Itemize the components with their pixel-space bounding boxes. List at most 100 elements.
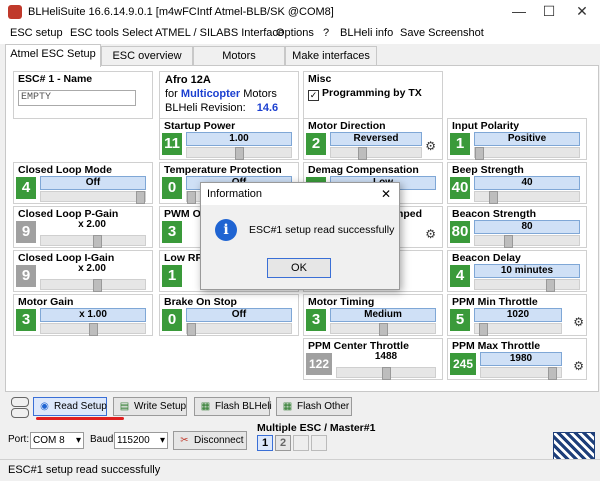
beacon-delay-thumb[interactable] <box>546 279 555 292</box>
closed-loop-i-gain-slider[interactable] <box>40 279 146 292</box>
esc-name-panel: ESC# 1 - Name EMPTY <box>13 71 153 119</box>
input-polarity-value: Positive <box>474 132 580 146</box>
motor-direction-title: Motor Direction <box>308 120 386 132</box>
port-label: Port: <box>8 434 30 445</box>
ppm-min-throttle-number: 5 <box>450 309 470 331</box>
dialog-message: ESC#1 setup read successfully <box>249 224 395 236</box>
closed-loop-p-gain-panel: Closed Loop P-Gain 9 x 2.00 <box>13 206 153 248</box>
baud-chevron-down-icon: ▾ <box>159 435 165 446</box>
tab-atmel-esc-setup[interactable]: Atmel ESC Setup <box>5 44 101 67</box>
esc-1-button[interactable]: 1 <box>257 435 273 451</box>
esc-name-title: ESC# 1 - Name <box>18 73 93 85</box>
beacon-strength-title: Beacon Strength <box>452 208 537 220</box>
closed-loop-i-gain-thumb[interactable] <box>93 279 102 292</box>
beacon-strength-thumb[interactable] <box>504 235 513 248</box>
flash-blheli-button[interactable]: ▦ Flash BLHeli <box>194 397 272 416</box>
for-label: for <box>165 88 178 100</box>
ppm-min-throttle-slider[interactable] <box>474 323 562 336</box>
ok-button[interactable]: OK <box>267 258 331 278</box>
closed-loop-mode-number: 4 <box>16 177 36 199</box>
beacon-strength-slider[interactable] <box>474 235 580 248</box>
startup-power-title: Startup Power <box>164 120 236 132</box>
input-polarity-slider[interactable] <box>474 147 580 160</box>
closed-loop-mode-thumb[interactable] <box>136 191 145 204</box>
ppm-max-throttle-title: PPM Max Throttle <box>452 340 541 352</box>
closed-loop-mode-slider[interactable] <box>40 191 146 204</box>
esc-4-button[interactable] <box>311 435 327 451</box>
baud-value: 115200 <box>117 435 150 446</box>
ppm-max-throttle-panel: PPM Max Throttle 245 1980 ⚙ <box>447 338 587 380</box>
dialog-close-icon[interactable]: ✕ <box>381 187 391 201</box>
minimize-button[interactable]: — <box>503 0 535 24</box>
menu-options[interactable]: Options <box>276 27 314 39</box>
info-icon: i <box>215 219 237 241</box>
motor-direction-slider[interactable] <box>330 147 422 160</box>
multiple-esc-label: Multiple ESC / Master#1 <box>257 422 376 434</box>
motors-label: Motors <box>243 88 277 100</box>
menu-help[interactable]: ? <box>323 27 329 39</box>
flash-other-label: Flash Other <box>297 401 350 412</box>
ppm-min-throttle-value: 1020 <box>474 308 562 322</box>
write-setup-label: Write Setup <box>134 401 187 412</box>
input-polarity-number: 1 <box>450 133 470 155</box>
port-select[interactable]: COM 8 ▾ <box>30 432 84 449</box>
damped-gear-icon[interactable]: ⚙ <box>425 227 436 241</box>
multicopter-label: Multicopter <box>180 88 241 100</box>
menu-blheli-info[interactable]: BLHeli info <box>340 27 393 39</box>
write-setup-button[interactable]: ▤ Write Setup <box>113 397 187 416</box>
closed-loop-p-gain-slider[interactable] <box>40 235 146 248</box>
flash-other-button[interactable]: ▦ Flash Other <box>276 397 352 416</box>
startup-power-slider[interactable] <box>186 147 292 160</box>
motor-gain-thumb[interactable] <box>89 323 98 336</box>
programming-by-tx-checkbox[interactable]: ✓ <box>308 90 319 101</box>
ppm-min-gear-icon[interactable]: ⚙ <box>573 315 584 329</box>
link-icon-2 <box>11 408 29 418</box>
ppm-center-throttle-value: 1488 <box>374 351 398 362</box>
menu-esc-tools[interactable]: ESC tools <box>70 27 119 39</box>
baud-select[interactable]: 115200 ▾ <box>114 432 168 449</box>
close-button[interactable]: ✕ <box>566 0 598 24</box>
ppm-max-throttle-slider[interactable] <box>480 367 562 380</box>
brake-on-stop-slider[interactable] <box>186 323 292 336</box>
settings-gear-icon[interactable]: ⚙ <box>425 139 436 153</box>
motor-direction-thumb[interactable] <box>358 147 367 160</box>
disconnect-icon: ✂ <box>180 435 189 446</box>
motor-gain-slider[interactable] <box>40 323 146 336</box>
ppm-center-throttle-thumb[interactable] <box>382 367 391 380</box>
maximize-button[interactable]: ☐ <box>533 0 565 24</box>
closed-loop-i-gain-value: x 2.00 <box>78 263 106 274</box>
menu-save-screenshot[interactable]: Save Screenshot <box>400 27 484 39</box>
menu-esc-setup[interactable]: ESC setup <box>10 27 63 39</box>
closed-loop-i-gain-number: 9 <box>16 265 36 287</box>
esc-3-button[interactable] <box>293 435 309 451</box>
brake-on-stop-number: 0 <box>162 309 182 331</box>
temperature-protection-thumb[interactable] <box>187 191 196 204</box>
beacon-delay-slider[interactable] <box>474 279 580 292</box>
brake-on-stop-thumb[interactable] <box>187 323 196 336</box>
motor-timing-slider[interactable] <box>330 323 436 336</box>
motor-timing-thumb[interactable] <box>379 323 388 336</box>
beep-strength-slider[interactable] <box>474 191 580 204</box>
motor-timing-panel: Motor Timing 3 Medium <box>303 294 443 336</box>
beep-strength-thumb[interactable] <box>489 191 498 204</box>
motor-gain-number: 3 <box>16 309 36 331</box>
ppm-max-gear-icon[interactable]: ⚙ <box>573 359 584 373</box>
esc-name-input[interactable]: EMPTY <box>18 90 136 106</box>
beacon-delay-number: 4 <box>450 265 470 287</box>
closed-loop-p-gain-thumb[interactable] <box>93 235 102 248</box>
startup-power-thumb[interactable] <box>235 147 244 160</box>
tab-make-interfaces[interactable]: Make interfaces <box>285 46 377 66</box>
flash-other-icon: ▦ <box>282 401 293 412</box>
motor-direction-value: Reversed <box>330 132 422 146</box>
esc-2-button[interactable]: 2 <box>275 435 291 451</box>
temperature-protection-title: Temperature Protection <box>164 164 282 176</box>
input-polarity-thumb[interactable] <box>475 147 484 160</box>
ppm-center-throttle-slider[interactable] <box>336 367 436 380</box>
ppm-max-throttle-thumb[interactable] <box>548 367 557 380</box>
read-setup-button[interactable]: ◉ Read Setup <box>33 397 107 416</box>
disconnect-button[interactable]: ✂ Disconnect <box>173 431 247 450</box>
menu-select-interface[interactable]: Select ATMEL / SILABS Interface <box>122 27 284 39</box>
tab-esc-overview[interactable]: ESC overview <box>101 46 193 66</box>
ppm-min-throttle-thumb[interactable] <box>479 323 488 336</box>
tab-motors[interactable]: Motors <box>193 46 285 66</box>
